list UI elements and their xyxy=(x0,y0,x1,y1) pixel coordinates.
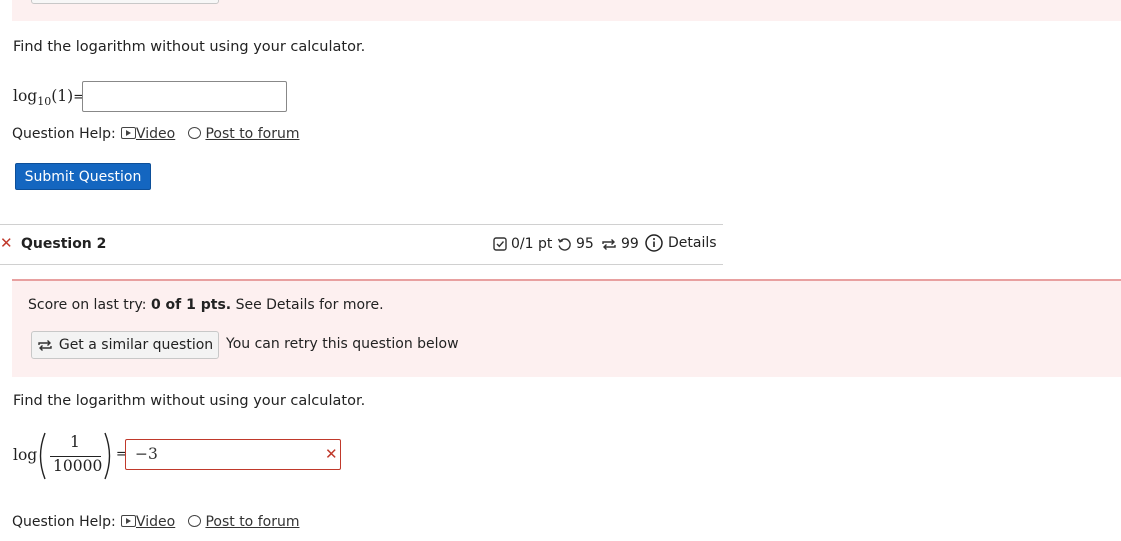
log-text: log xyxy=(13,87,38,105)
forum-link[interactable]: Post to forum xyxy=(188,514,299,530)
video-link[interactable]: Video xyxy=(121,126,175,142)
video-icon xyxy=(121,515,136,527)
video-link-label: Video xyxy=(136,514,176,530)
video-link[interactable]: Video xyxy=(121,514,175,530)
previous-similar-button[interactable] xyxy=(31,0,219,4)
info-icon xyxy=(645,234,663,252)
forum-link[interactable]: Post to forum xyxy=(188,126,299,142)
log-base: 10 xyxy=(37,95,52,109)
similar-indicator: 99 xyxy=(601,236,639,252)
log-argument: (1) xyxy=(51,87,74,105)
forum-link-label: Post to forum xyxy=(205,126,300,142)
incorrect-x-icon: ✕ xyxy=(0,234,13,252)
retries-indicator: 95 xyxy=(557,236,594,252)
question1-instruction: Find the logarithm without using your ca… xyxy=(13,39,366,55)
score-feedback-band: Score on last try: 0 of 1 pts. See Detai… xyxy=(12,279,1121,377)
details-button[interactable]: Details xyxy=(645,234,717,252)
question1-expression: log10(1)= xyxy=(13,87,84,108)
repeat-icon xyxy=(38,339,52,351)
details-label: Details xyxy=(668,235,717,251)
retry-icon xyxy=(557,237,571,251)
question2-help: Question Help: xyxy=(12,514,116,530)
fraction-denominator: 10000 xyxy=(53,457,103,475)
score-prefix: Score on last try: xyxy=(28,297,147,313)
help-label: Question Help: xyxy=(12,514,116,530)
question2-answer-input[interactable]: −3 ✕ xyxy=(125,439,341,470)
question2-fraction: 1 10000 xyxy=(36,431,128,485)
video-icon xyxy=(121,127,136,139)
incorrect-x-icon: ✕ xyxy=(325,445,338,463)
repeat-icon xyxy=(602,238,616,250)
question1-help: Question Help: xyxy=(12,126,116,142)
score-indicator: 0/1 pt xyxy=(493,236,552,252)
video-link-label: Video xyxy=(136,126,176,142)
checkbox-icon xyxy=(493,237,507,251)
score-feedback-text: Score on last try: 0 of 1 pts. See Detai… xyxy=(28,297,384,313)
answer-value: −3 xyxy=(135,445,158,463)
help-label: Question Help: xyxy=(12,126,116,142)
score-bold: 0 of 1 pts. xyxy=(150,297,232,313)
comment-icon xyxy=(188,127,201,139)
retry-note: You can retry this question below xyxy=(226,336,459,352)
score-suffix: See Details for more. xyxy=(235,297,384,313)
score-text: 0/1 pt xyxy=(511,236,553,252)
similar-button-label: Get a similar question xyxy=(58,337,214,353)
retries-count: 95 xyxy=(576,236,594,252)
question2-header[interactable]: ✕ Question 2 0/1 pt 95 99 Details xyxy=(0,224,723,265)
question2-title: Question 2 xyxy=(21,236,107,252)
question2-instruction: Find the logarithm without using your ca… xyxy=(13,393,366,409)
fraction-numerator: 1 xyxy=(70,433,80,451)
get-similar-question-button[interactable]: Get a similar question xyxy=(31,331,219,359)
comment-icon xyxy=(188,515,201,527)
similar-count: 99 xyxy=(621,236,639,252)
question2-log-text: log xyxy=(13,446,38,464)
forum-link-label: Post to forum xyxy=(205,514,300,530)
submit-question-button[interactable]: Submit Question xyxy=(15,163,151,190)
question1-answer-input[interactable] xyxy=(82,81,287,112)
